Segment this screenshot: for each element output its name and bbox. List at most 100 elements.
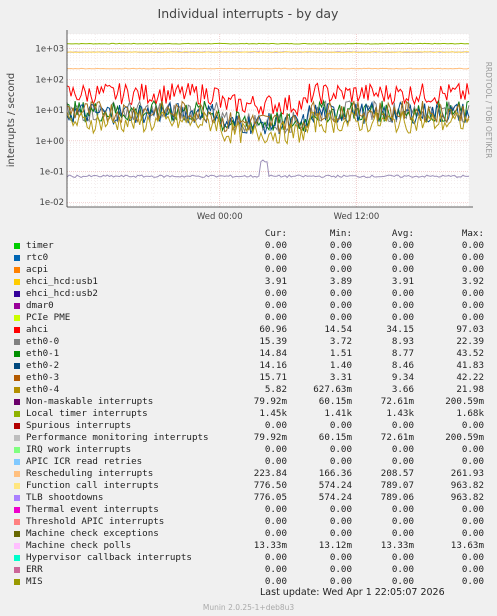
legend-name: timer: [26, 240, 54, 251]
legend-row: Spurious interrupts 0.00 0.00 0.00 0.00: [0, 420, 497, 432]
legend-swatch: [14, 243, 20, 249]
legend-swatch: [14, 315, 20, 321]
legend-name: acpi: [26, 264, 49, 275]
legend-name: Function call interrupts: [26, 480, 159, 491]
legend-cur: 60.96: [259, 324, 287, 335]
legend-max: 97.03: [456, 324, 484, 335]
legend-avg: 0.00: [391, 504, 414, 515]
legend-name: ERR: [26, 564, 43, 575]
legend-avg: 0.00: [391, 420, 414, 431]
legend-avg: 8.93: [391, 336, 414, 347]
legend-cur: 0.00: [264, 456, 287, 467]
legend-row: TLB shootdowns 776.05 574.24 789.06 963.82: [0, 492, 497, 504]
legend-max: 200.59m: [445, 396, 484, 407]
legend-row: Machine check exceptions 0.00 0.00 0.00 0.00: [0, 528, 497, 540]
y-tick-label: 1e+02: [35, 75, 64, 85]
legend-max: 0.00: [461, 456, 484, 467]
legend-swatch: [14, 279, 20, 285]
legend-swatch: [14, 255, 20, 261]
legend-min: 0.00: [329, 288, 352, 299]
legend-min: 0.00: [329, 300, 352, 311]
legend-min: 3.72: [329, 336, 352, 347]
legend-min: 1.51: [329, 348, 352, 359]
y-tick-label: 1e+00: [35, 137, 64, 147]
legend-avg: 0.00: [391, 240, 414, 251]
legend-max: 43.52: [456, 348, 484, 359]
legend-min: 0.00: [329, 240, 352, 251]
legend-swatch: [14, 507, 20, 513]
legend-cur: 0.00: [264, 300, 287, 311]
legend-row: eth0-1 14.84 1.51 8.77 43.52: [0, 348, 497, 360]
side-label: RRDTOOL / TOBI OETIKER: [484, 62, 493, 159]
legend-name: eth0-3: [26, 372, 60, 383]
legend-row: Non-maskable interrupts 79.92m 60.15m 72.61…: [0, 396, 497, 408]
legend-avg: 0.00: [391, 564, 414, 575]
legend-cur: 79.92m: [253, 432, 287, 443]
legend-max: 0.00: [461, 444, 484, 455]
legend-swatch: [14, 303, 20, 309]
legend-min: 13.12m: [318, 540, 352, 551]
chart-title: Individual interrupts - by day: [158, 6, 340, 21]
legend-avg: 9.34: [391, 372, 414, 383]
legend-name: Threshold APIC interrupts: [26, 516, 165, 527]
legend-swatch: [14, 339, 20, 345]
legend-min: 0.00: [329, 420, 352, 431]
legend-min: 0.00: [329, 444, 352, 455]
legend-cur: 0.00: [264, 420, 287, 431]
legend-name: eth0-0: [26, 336, 60, 347]
legend-swatch: [14, 567, 20, 573]
legend-cur: 0.00: [264, 240, 287, 251]
legend-min: 0.00: [329, 552, 352, 563]
x-tick-label: Wed 12:00: [334, 212, 380, 222]
legend-swatch: [14, 327, 20, 333]
legend-row: Function call interrupts 776.50 574.24 789.…: [0, 480, 497, 492]
legend-row: eth0-2 14.16 1.40 8.46 41.83: [0, 360, 497, 372]
legend-min: 0.00: [329, 264, 352, 275]
legend-swatch: [14, 399, 20, 405]
legend-row: Local timer interrupts 1.45k 1.41k 1.43k 1.6…: [0, 408, 497, 420]
legend-max: 0.00: [461, 552, 484, 563]
legend-avg: 3.66: [391, 384, 414, 395]
legend-cur: 3.91: [264, 276, 287, 287]
legend-min: 0.00: [329, 516, 352, 527]
legend-avg: 8.46: [391, 360, 414, 371]
legend-avg: 3.91: [391, 276, 414, 287]
legend-cur: 13.33m: [253, 540, 287, 551]
legend-row: Performance monitoring interrupts 79.92m 6…: [0, 432, 497, 444]
legend-name: Spurious interrupts: [26, 420, 132, 431]
legend-min: 0.00: [329, 312, 352, 323]
legend-max: 21.98: [456, 384, 484, 395]
legend-max: 0.00: [461, 288, 484, 299]
legend-avg: 72.61m: [380, 432, 414, 443]
legend-name: Machine check exceptions: [26, 528, 159, 539]
legend-name: Thermal event interrupts: [26, 504, 159, 515]
legend-avg: 0.00: [391, 288, 414, 299]
legend-min: 627.63m: [313, 384, 352, 395]
legend-name: ahci: [26, 324, 49, 335]
legend-avg: 208.57: [380, 468, 414, 479]
legend-min: 0.00: [329, 252, 352, 263]
legend-max: 41.83: [456, 360, 484, 371]
legend-row: ahci 60.96 14.54 34.15 97.03: [0, 324, 497, 336]
legend-cur: 14.16: [259, 360, 287, 371]
legend-row: IRQ work interrupts 0.00 0.00 0.00 0.00: [0, 444, 497, 456]
legend-name: Machine check polls: [26, 540, 132, 551]
legend-row: eth0-4 5.82 627.63m 3.66 21.98: [0, 384, 497, 396]
legend-cur: 79.92m: [253, 396, 287, 407]
legend-cur: 0.00: [264, 528, 287, 539]
legend-cur: 0.00: [264, 516, 287, 527]
legend-min: 0.00: [329, 576, 352, 587]
legend-row: PCIe PME 0.00 0.00 0.00 0.00: [0, 312, 497, 324]
legend-name: eth0-1: [26, 348, 60, 359]
legend-cur: 0.00: [264, 312, 287, 323]
legend-avg: 0.00: [391, 552, 414, 563]
legend-name: MIS: [26, 576, 43, 587]
legend-avg: 0.00: [391, 576, 414, 587]
legend-swatch: [14, 411, 20, 417]
legend-min: 60.15m: [318, 396, 352, 407]
legend-row: rtc0 0.00 0.00 0.00 0.00: [0, 252, 497, 264]
legend-swatch: [14, 459, 20, 465]
legend-max: 963.82: [450, 492, 484, 503]
legend-avg: 13.33m: [380, 540, 414, 551]
header-min: Min:: [329, 228, 352, 239]
